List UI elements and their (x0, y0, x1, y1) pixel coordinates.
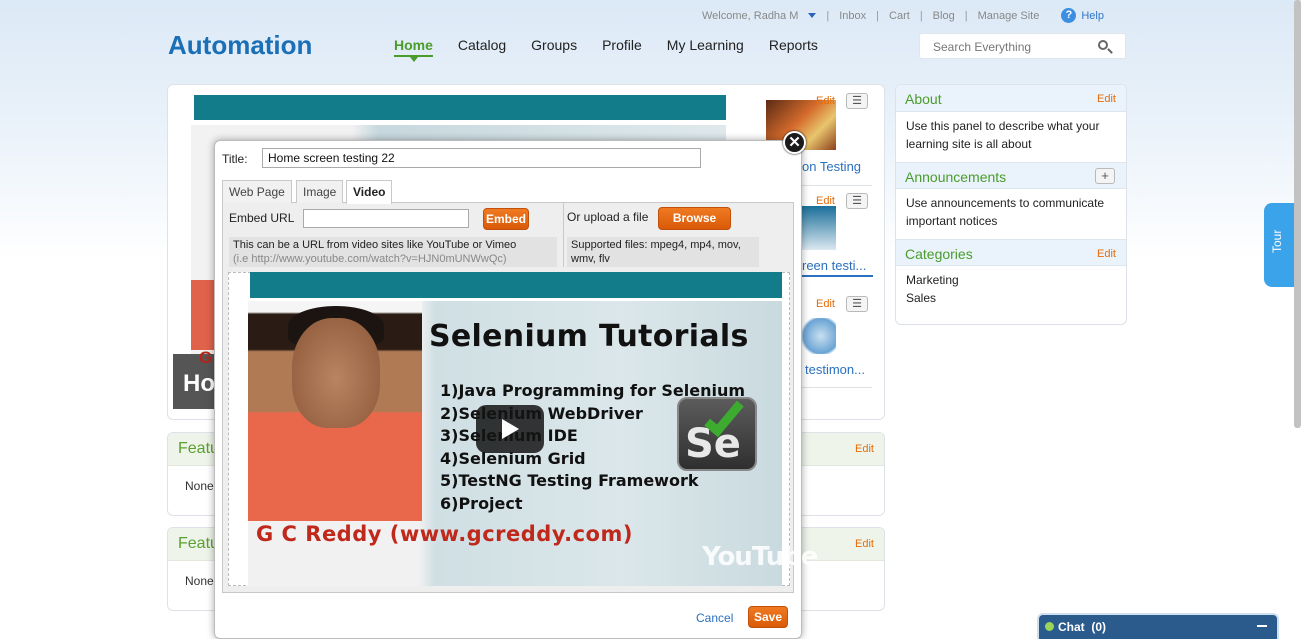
upload-label: Or upload a file (567, 210, 649, 224)
minimize-icon[interactable] (1257, 625, 1267, 627)
category-item[interactable]: Sales (906, 289, 1116, 307)
announcements-text: Use announcements to communicate importa… (906, 196, 1105, 228)
tab-video[interactable]: Video (346, 180, 393, 204)
close-icon[interactable]: ✕ (783, 131, 806, 154)
category-item[interactable]: Marketing (906, 271, 1116, 289)
featured-panel-title: Featu (178, 535, 219, 552)
side-item-thumbnail[interactable] (798, 206, 836, 250)
video-footer-text: G C Reddy (www.gcreddy.com) (256, 522, 633, 546)
embed-button[interactable]: Embed (483, 208, 529, 230)
help-link[interactable]: Help (1081, 10, 1104, 22)
manage-site-link[interactable]: Manage Site (978, 10, 1040, 22)
embed-url-input[interactable] (303, 209, 469, 228)
menu-icon[interactable]: ☰ (846, 193, 868, 209)
chevron-down-icon[interactable] (808, 13, 817, 18)
search-input[interactable] (933, 40, 1093, 54)
embed-hint-example: (i.e http://www.youtube.com/watch?v=HJN0… (233, 253, 507, 265)
chat-bar[interactable]: Chat (0) (1037, 613, 1279, 639)
divider: | (826, 9, 830, 22)
site-logo[interactable]: Automation (168, 30, 312, 61)
title-field[interactable] (262, 148, 701, 168)
nav-home[interactable]: Home (394, 37, 433, 62)
slide-banner (194, 95, 726, 120)
inbox-link[interactable]: Inbox (839, 10, 866, 22)
browse-button[interactable]: Browse (658, 207, 731, 230)
blog-link[interactable]: Blog (933, 10, 955, 22)
divider: | (919, 9, 923, 22)
slide-caption-g: G (199, 348, 213, 367)
right-sidebar: About Edit Use this panel to describe wh… (895, 84, 1127, 325)
tour-label: Tour (1270, 229, 1284, 253)
about-edit-link[interactable]: Edit (1097, 93, 1116, 105)
embed-hint-text: This can be a URL from video sites like … (233, 239, 517, 251)
top-links: Welcome, Radha M | Inbox | Cart | Blog |… (702, 8, 1104, 23)
magnifier-icon[interactable] (1098, 40, 1108, 50)
side-item-edit-3[interactable]: Edit (816, 298, 835, 310)
featured-empty-text: None (185, 574, 214, 588)
categories-title: Categories (905, 246, 973, 262)
cart-link[interactable]: Cart (889, 10, 910, 22)
video-topic: 5)TestNG Testing Framework (440, 471, 699, 490)
side-item-title-3[interactable]: testimon... (805, 362, 865, 377)
tab-image[interactable]: Image (296, 180, 344, 203)
categories-edit-link[interactable]: Edit (1097, 248, 1116, 260)
chat-label: Chat (0) (1058, 620, 1106, 634)
youtube-watermark: YouTube (702, 542, 818, 572)
nav-catalog[interactable]: Catalog (458, 37, 506, 57)
nav-profile[interactable]: Profile (602, 37, 642, 57)
menu-icon[interactable]: ☰ (846, 296, 868, 312)
featured-edit-link[interactable]: Edit (855, 443, 874, 455)
divider: | (876, 9, 880, 22)
title-label: Title: (222, 152, 248, 166)
announcements-header: Announcements + (896, 162, 1126, 189)
play-icon[interactable] (476, 405, 544, 453)
nav-groups[interactable]: Groups (531, 37, 577, 57)
about-header: About Edit (896, 85, 1126, 112)
announcements-title: Announcements (905, 169, 1007, 185)
tab-web-page[interactable]: Web Page (222, 180, 292, 203)
about-title: About (905, 91, 942, 107)
categories-header: Categories Edit (896, 239, 1126, 266)
divider (800, 185, 872, 186)
featured-empty-text: None (185, 479, 214, 493)
side-item-thumbnail[interactable] (798, 318, 836, 354)
side-item-title-1[interactable]: on Testing (802, 159, 861, 174)
status-dot-icon (1045, 622, 1054, 631)
chat-count: (0) (1091, 620, 1107, 634)
chat-title: Chat (1058, 620, 1085, 634)
nav-reports[interactable]: Reports (769, 37, 818, 57)
side-item-title-2[interactable]: reen testi... (802, 258, 866, 273)
video-heading: Selenium Tutorials (429, 319, 749, 354)
featured-panel-title: Featu (178, 440, 219, 457)
welcome-user[interactable]: Welcome, Radha M (702, 10, 798, 22)
cancel-link[interactable]: Cancel (696, 611, 733, 625)
featured-edit-link[interactable]: Edit (855, 538, 874, 550)
scrollbar[interactable] (1294, 0, 1301, 428)
presenter-face (292, 318, 380, 428)
divider (800, 387, 872, 388)
supported-files-text: Supported files: mpeg4, mp4, mov, wmv, f… (567, 237, 759, 267)
save-button[interactable]: Save (748, 606, 788, 628)
plus-icon[interactable]: + (1095, 168, 1115, 184)
menu-icon[interactable]: ☰ (846, 93, 868, 109)
selected-indicator (800, 275, 873, 277)
embed-hint: This can be a URL from video sites like … (229, 237, 557, 267)
main-nav: Home Catalog Groups Profile My Learning … (394, 37, 843, 62)
nav-my-learning[interactable]: My Learning (667, 37, 744, 57)
question-icon[interactable]: ? (1061, 8, 1077, 23)
video-topic: 6)Project (440, 493, 523, 513)
search-box (919, 33, 1126, 59)
about-text: Use this panel to describe what your lea… (906, 119, 1100, 151)
video-banner (250, 272, 782, 298)
divider: | (964, 9, 968, 22)
side-item-edit-1[interactable]: Edit (816, 95, 835, 107)
embed-url-label: Embed URL (229, 211, 295, 225)
